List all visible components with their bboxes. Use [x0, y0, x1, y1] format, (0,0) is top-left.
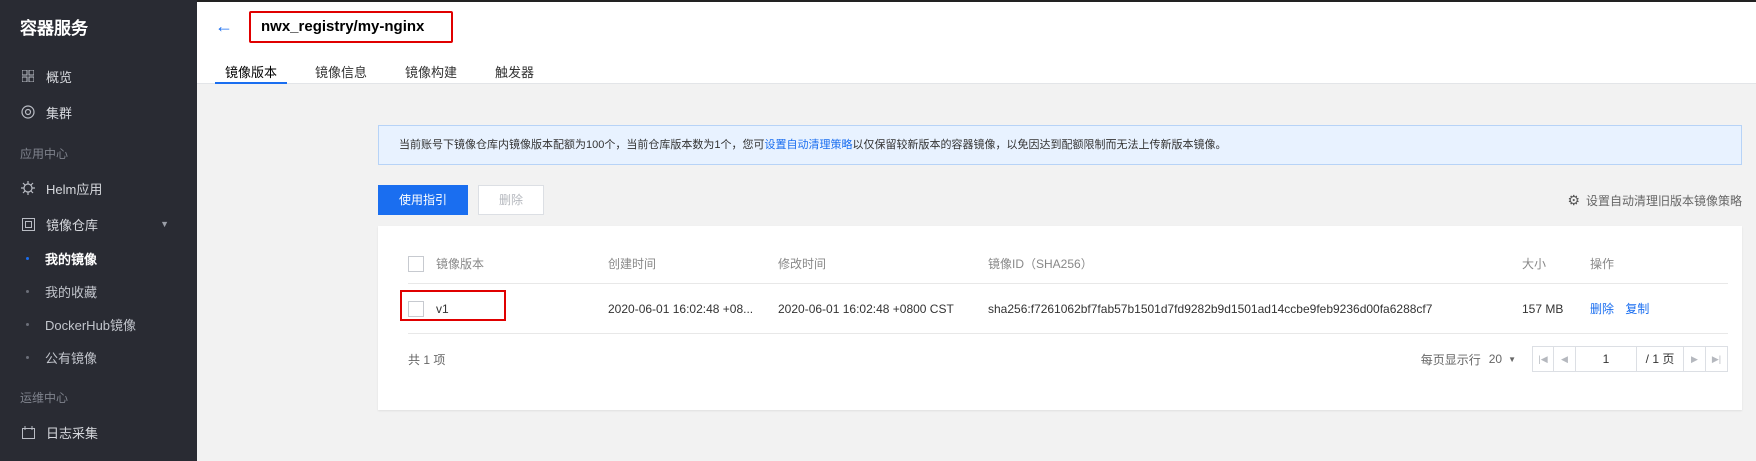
sidebar-item-label: 镜像仓库 [46, 217, 99, 233]
select-all-checkbox[interactable] [408, 255, 424, 272]
sidebar-group-ops: 运维中心 [20, 391, 69, 405]
auto-cleanup-link[interactable]: 设置自动清理策略 [764, 139, 852, 151]
cleanup-policy-link[interactable]: ⚙ 设置自动清理旧版本镜像策略 [1567, 192, 1742, 209]
sidebar-item-cluster[interactable]: 集群 [0, 94, 197, 130]
sidebar-item-label: Helm应用 [46, 181, 103, 197]
sidebar: 容器服务 概览 集群 应用中心 Helm应用 镜像仓库 ▼ 我的镜像 我的收藏 [0, 0, 197, 461]
sidebar-item-label: 集群 [46, 105, 73, 121]
sidebar-item-logs[interactable]: 日志采集 [0, 414, 197, 450]
per-page-select[interactable]: 20 ▼ [1489, 352, 1516, 366]
registry-icon [20, 216, 36, 232]
sidebar-subitem-label: 我的镜像 [45, 252, 98, 267]
cluster-icon [20, 104, 36, 120]
total-count: 共 1 项 [408, 352, 446, 367]
tab-image-info[interactable]: 镜像信息 [305, 54, 377, 84]
usage-guide-button[interactable]: 使用指引 [378, 185, 468, 215]
table-row: v1 2020-06-01 16:02:48 +08... 2020-06-01… [408, 284, 1728, 334]
calendar-icon [20, 424, 36, 440]
next-page-icon[interactable]: ▶ [1684, 346, 1706, 372]
table-footer: 共 1 项 每页显示行 20 ▼ |◀ ◀ 1 / 1 页 ▶ ▶| [408, 334, 1728, 384]
version-highlight-box [400, 290, 506, 321]
notice-text-prefix: 当前账号下镜像仓库内镜像版本配额为100个，当前仓库版本数为1个，您可 [399, 139, 765, 151]
quota-notice: 当前账号下镜像仓库内镜像版本配额为100个，当前仓库版本数为1个，您可设置自动清… [378, 125, 1742, 165]
row-delete-link[interactable]: 删除 [1590, 302, 1614, 316]
gear-icon: ⚙ [1567, 192, 1580, 208]
chevron-down-icon[interactable]: ▼ [160, 219, 169, 229]
sidebar-subitem-dockerhub[interactable]: DockerHub镜像 [0, 308, 197, 341]
header-image-id: 镜像ID（SHA256） [988, 257, 1093, 271]
cell-size: 157 MB [1522, 301, 1564, 316]
bullet-icon [26, 356, 29, 359]
page-total: / 1 页 [1636, 346, 1684, 372]
sidebar-subitem-label: 公有镜像 [45, 351, 98, 366]
cell-image-id: sha256:f7261062bf7fab57b1501d7fd9282b9d1… [988, 301, 1433, 316]
helm-icon [20, 180, 36, 196]
tab-image-versions[interactable]: 镜像版本 [215, 54, 288, 84]
cell-created: 2020-06-01 16:02:48 +08... [608, 301, 754, 316]
sidebar-group-app: 应用中心 [20, 147, 69, 161]
sidebar-item-registry[interactable]: 镜像仓库 ▼ [0, 206, 197, 242]
pagination: 每页显示行 20 ▼ |◀ ◀ 1 / 1 页 ▶ ▶| [1421, 346, 1728, 372]
cleanup-policy-label: 设置自动清理旧版本镜像策略 [1585, 194, 1742, 208]
per-page-value: 20 [1488, 352, 1503, 366]
header-version: 镜像版本 [436, 257, 485, 271]
tab-triggers[interactable]: 触发器 [485, 54, 544, 84]
header-cell-version: 镜像版本 [408, 255, 608, 272]
sidebar-subitem-label: DockerHub镜像 [45, 318, 137, 333]
sidebar-subitem-my-images[interactable]: 我的镜像 [0, 242, 197, 275]
header-created: 创建时间 [608, 257, 657, 271]
last-page-icon[interactable]: ▶| [1706, 346, 1728, 372]
sidebar-title: 容器服务 [20, 19, 88, 38]
per-page-label: 每页显示行 [1420, 352, 1481, 367]
sidebar-item-helm[interactable]: Helm应用 [0, 170, 197, 206]
delete-button[interactable]: 删除 [478, 185, 544, 215]
versions-table-card: 镜像版本 创建时间 修改时间 镜像ID（SHA256） 大小 操作 v1 202… [378, 226, 1742, 410]
sidebar-subitem-favorites[interactable]: 我的收藏 [0, 275, 197, 308]
page-title: nwx_registry/my-nginx [261, 18, 425, 35]
header-modified: 修改时间 [778, 257, 827, 271]
sidebar-subitem-label: 我的收藏 [45, 285, 98, 300]
page-header: ← nwx_registry/my-nginx 镜像版本 镜像信息 镜像构建 触… [197, 2, 1756, 84]
back-arrow-icon[interactable]: ← [215, 16, 233, 37]
bullet-icon [26, 257, 29, 260]
prev-page-icon[interactable]: ◀ [1554, 346, 1576, 372]
tab-image-build[interactable]: 镜像构建 [395, 54, 467, 84]
page-number-input[interactable]: 1 [1576, 346, 1636, 372]
notice-text-suffix: 以仅保留较新版本的容器镜像，以免因达到配额限制而无法上传新版本镜像。 [852, 139, 1227, 151]
tab-bar: 镜像版本 镜像信息 镜像构建 触发器 [215, 54, 562, 84]
sidebar-item-overview[interactable]: 概览 [0, 58, 197, 94]
sidebar-item-label: 概览 [46, 69, 73, 85]
bullet-icon [26, 323, 29, 326]
header-actions: 操作 [1590, 257, 1615, 271]
cell-modified: 2020-06-01 16:02:48 +0800 CST [778, 301, 954, 316]
sidebar-subitem-public[interactable]: 公有镜像 [0, 341, 197, 374]
header-size: 大小 [1522, 257, 1547, 271]
cell-actions: 删除 复制 [1590, 300, 1728, 317]
sidebar-item-label: 日志采集 [46, 425, 99, 441]
caret-down-icon: ▼ [1508, 354, 1516, 364]
grid-icon [20, 68, 36, 84]
bullet-icon [26, 290, 29, 293]
row-copy-link[interactable]: 复制 [1625, 302, 1649, 316]
table-header-row: 镜像版本 创建时间 修改时间 镜像ID（SHA256） 大小 操作 [408, 244, 1728, 284]
first-page-icon[interactable]: |◀ [1532, 346, 1554, 372]
